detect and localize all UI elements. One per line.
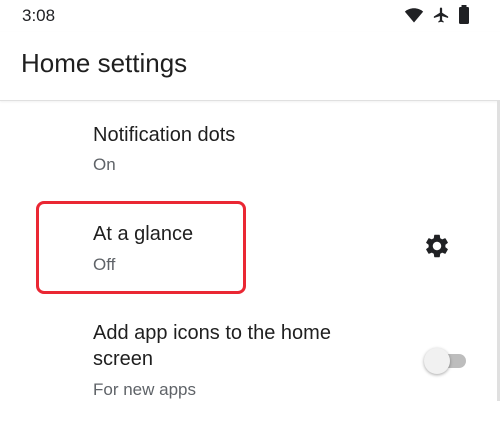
setting-summary: On [93, 155, 116, 174]
setting-notification-dots[interactable]: Notification dots On [0, 101, 500, 197]
toggle-thumb [424, 348, 450, 374]
status-bar: 3:08 [0, 0, 500, 32]
setting-title: Add app icons to the home screen [93, 320, 331, 372]
airplane-icon [432, 6, 450, 24]
gear-icon [423, 232, 451, 265]
app-bar: Home settings [0, 32, 500, 101]
at-a-glance-settings-button[interactable] [422, 233, 452, 263]
status-icons [404, 5, 470, 25]
page-title: Home settings [21, 48, 188, 78]
add-app-icons-toggle[interactable] [424, 348, 466, 374]
setting-summary: For new apps [93, 380, 196, 399]
status-time: 3:08 [22, 6, 56, 25]
setting-title-line-2: screen [93, 348, 154, 370]
setting-title: Notification dots [93, 124, 236, 146]
wifi-icon [404, 6, 424, 24]
setting-title-line-1: Add app icons to the home [93, 322, 331, 344]
highlight-box [36, 201, 246, 294]
battery-icon [458, 5, 470, 25]
